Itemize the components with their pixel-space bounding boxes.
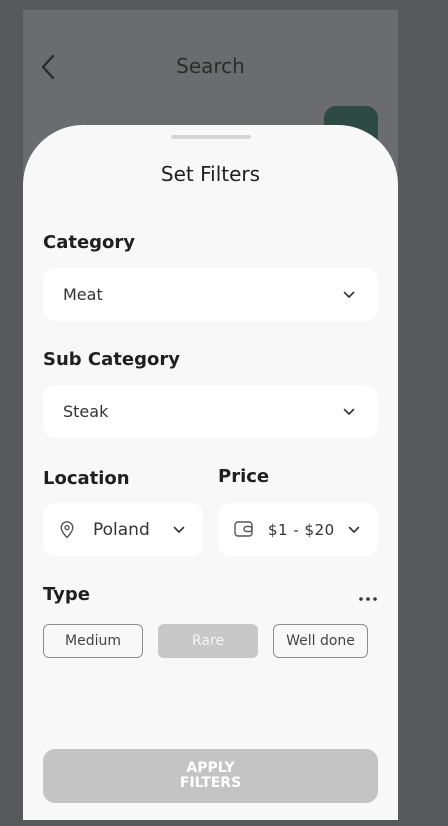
page-title: Search bbox=[176, 54, 245, 78]
top-bar: Search bbox=[23, 10, 398, 166]
chevron-down-icon bbox=[343, 408, 355, 415]
price-value: $1 - $20 bbox=[268, 520, 335, 539]
wallet-icon bbox=[234, 521, 253, 537]
type-chip-medium[interactable]: Medium bbox=[43, 624, 143, 658]
location-value: Poland bbox=[93, 519, 150, 540]
sub-category-select[interactable]: Steak bbox=[43, 385, 378, 438]
chevron-down-icon bbox=[348, 526, 360, 533]
category-select[interactable]: Meat bbox=[43, 268, 378, 321]
more-dots-icon[interactable] bbox=[357, 595, 381, 603]
category-label: Category bbox=[43, 232, 136, 253]
sheet-grabber[interactable] bbox=[171, 135, 251, 139]
apply-filters-button[interactable]: APPLY FILTERS bbox=[43, 749, 378, 803]
phone-screen: Search Set Filters Category Meat Sub Cat… bbox=[23, 10, 398, 820]
type-chip-well-done[interactable]: Well done bbox=[273, 624, 368, 658]
category-value: Meat bbox=[63, 285, 103, 304]
location-select[interactable]: Poland bbox=[43, 503, 203, 556]
chevron-down-icon bbox=[173, 526, 185, 533]
price-label: Price bbox=[218, 466, 270, 487]
sub-category-value: Steak bbox=[63, 402, 109, 421]
chevron-down-icon bbox=[343, 291, 355, 298]
type-chip-rare[interactable]: Rare bbox=[158, 624, 258, 658]
sheet-title: Set Filters bbox=[160, 162, 261, 186]
price-select[interactable]: $1 - $20 bbox=[218, 503, 378, 556]
filter-sheet: Set Filters Category Meat Sub Category S… bbox=[23, 125, 398, 820]
type-label: Type bbox=[43, 584, 90, 605]
sub-category-label: Sub Category bbox=[43, 349, 180, 370]
map-pin-icon bbox=[60, 521, 74, 539]
location-label: Location bbox=[43, 468, 130, 489]
